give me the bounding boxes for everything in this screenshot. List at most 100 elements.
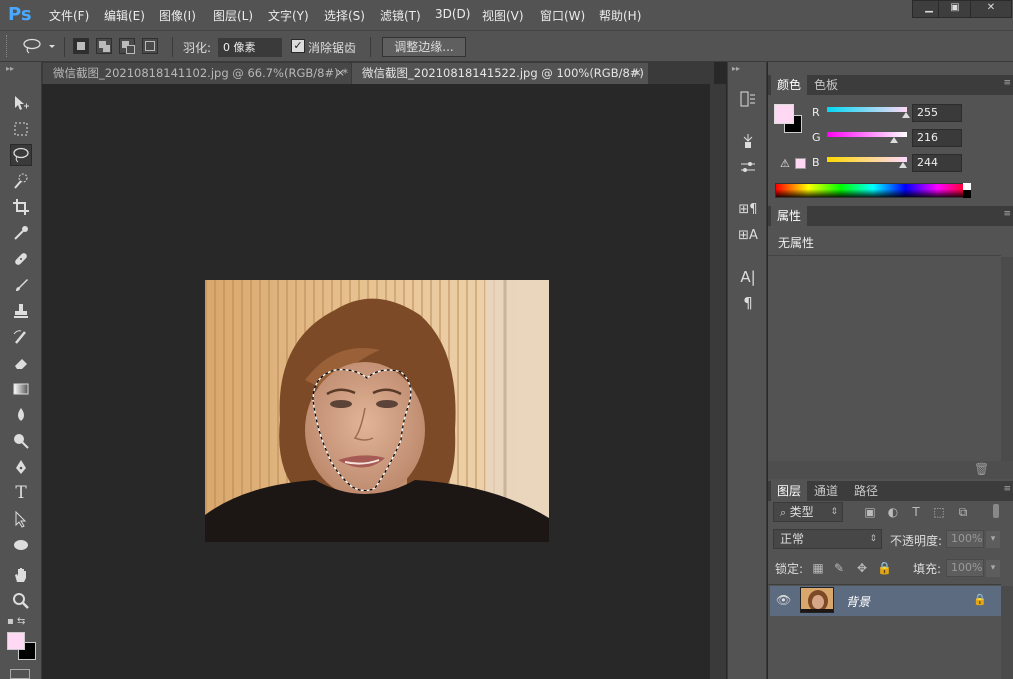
ramp-white-swatch[interactable] (963, 183, 971, 190)
gamut-color-swatch[interactable] (795, 158, 806, 169)
panel-foreground-swatch[interactable] (774, 104, 794, 124)
gamut-warning-icon[interactable]: ⚠ (780, 157, 790, 170)
r-slider[interactable] (827, 107, 907, 112)
fill-input[interactable]: 100% (946, 559, 984, 577)
ellipse-tool-icon[interactable] (10, 534, 32, 556)
move-tool-icon[interactable] (10, 92, 32, 114)
lock-pixels-icon[interactable]: ✎ (832, 561, 846, 575)
ramp-black-swatch[interactable] (963, 190, 971, 198)
tab-swatches[interactable]: 色板 (808, 75, 844, 95)
menu-help[interactable]: 帮助(H) (599, 7, 641, 24)
antialias-checkbox[interactable]: ✓ (291, 39, 305, 53)
brush-presets-icon[interactable] (736, 130, 760, 152)
tab-color[interactable]: 颜色 (771, 75, 808, 95)
subtract-selection-button[interactable] (119, 38, 135, 54)
blend-mode-select[interactable]: 正常 ⇕ (773, 529, 882, 549)
paragraph-panel-icon[interactable]: ¶ (736, 292, 760, 314)
opacity-dropdown-icon[interactable]: ▾ (986, 531, 1000, 548)
menu-layer[interactable]: 图层(L) (213, 7, 253, 24)
layer-filter-select[interactable]: ⌕ 类型 ⇕ (773, 502, 843, 522)
lasso-tool-icon[interactable] (10, 144, 32, 166)
panel-menu-icon[interactable]: ≡ (1003, 484, 1011, 494)
zoom-tool-icon[interactable] (10, 590, 32, 612)
color-ramp[interactable] (775, 183, 971, 198)
close-icon[interactable]: × (633, 63, 642, 83)
layer-row[interactable]: 👁 背景 🔒 (770, 586, 1001, 616)
pen-tool-icon[interactable] (10, 456, 32, 478)
close-icon[interactable]: × (336, 63, 345, 83)
collapse-icon[interactable]: ▸▸ (6, 64, 14, 73)
clone-stamp-tool-icon[interactable] (10, 300, 32, 322)
adjustments-icon[interactable] (736, 156, 760, 178)
maximize-button[interactable]: ▣ (938, 0, 972, 18)
eye-visibility-icon[interactable]: 👁 (776, 593, 791, 607)
brush-tool-icon[interactable] (10, 274, 32, 296)
type-tool-icon[interactable]: T (10, 482, 32, 504)
tab-channels[interactable]: 通道 (808, 481, 844, 501)
tab-properties[interactable]: 属性 (771, 206, 808, 226)
gradient-tool-icon[interactable] (10, 378, 32, 400)
b-value-input[interactable]: 244 (912, 154, 962, 172)
menu-edit[interactable]: 编辑(E) (104, 7, 145, 24)
tab-document-1[interactable]: 微信截图_20210818141102.jpg @ 66.7%(RGB/8#) … (43, 63, 351, 84)
intersect-selection-button[interactable] (142, 38, 158, 54)
menu-image[interactable]: 图像(I) (159, 7, 196, 24)
properties-scrollbar[interactable] (1001, 257, 1013, 461)
opacity-input[interactable]: 100% (946, 530, 984, 548)
close-window-button[interactable]: ✕ (970, 0, 1012, 18)
pixel-filter-icon[interactable]: ▣ (863, 505, 877, 519)
add-selection-button[interactable] (96, 38, 112, 54)
refine-edge-button[interactable]: 调整边缘... (382, 37, 466, 57)
g-slider-thumb[interactable] (890, 137, 898, 143)
menu-file[interactable]: 文件(F) (49, 7, 89, 24)
menu-filter[interactable]: 滤镜(T) (380, 7, 421, 24)
eraser-tool-icon[interactable] (10, 352, 32, 374)
quick-selection-tool-icon[interactable] (10, 170, 32, 192)
marquee-tool-icon[interactable] (10, 118, 32, 140)
default-colors-icon[interactable]: ▪ ⇆ (7, 616, 25, 627)
smart-object-filter-icon[interactable]: ⧉ (956, 505, 970, 519)
adjustment-filter-icon[interactable]: ◐ (886, 505, 900, 519)
type-filter-icon[interactable]: T (909, 505, 923, 519)
shape-filter-icon[interactable]: ⬚ (932, 505, 946, 519)
layers-scrollbar[interactable] (1001, 586, 1013, 679)
history-brush-tool-icon[interactable] (10, 326, 32, 348)
new-selection-button[interactable] (73, 38, 89, 54)
tab-document-2[interactable]: 微信截图_20210818141522.jpg @ 100%(RGB/8#) × (352, 63, 648, 84)
menu-view[interactable]: 视图(V) (482, 7, 524, 24)
dodge-tool-icon[interactable] (10, 430, 32, 452)
panel-menu-icon[interactable]: ≡ (1003, 209, 1011, 219)
trash-icon[interactable]: 🗑 (974, 462, 989, 476)
healing-brush-tool-icon[interactable] (10, 248, 32, 270)
feather-input[interactable]: 0 像素 (218, 38, 282, 57)
menu-3d[interactable]: 3D(D) (435, 7, 470, 21)
lock-transparency-icon[interactable]: ▦ (811, 561, 825, 575)
tab-paths[interactable]: 路径 (848, 481, 884, 501)
vertical-scrollbar[interactable] (710, 84, 726, 679)
lasso-preset-icon[interactable] (22, 38, 56, 57)
menu-window[interactable]: 窗口(W) (540, 7, 585, 24)
menu-select[interactable]: 选择(S) (324, 7, 365, 24)
panel-menu-icon[interactable]: ≡ (1003, 78, 1011, 88)
b-slider[interactable] (827, 157, 907, 162)
lock-position-icon[interactable]: ✥ (855, 561, 869, 575)
quick-mask-icon[interactable] (10, 669, 30, 679)
document-image[interactable] (205, 280, 549, 542)
crop-tool-icon[interactable] (10, 196, 32, 218)
layer-name[interactable]: 背景 (846, 593, 870, 610)
tab-layers[interactable]: 图层 (771, 481, 808, 501)
collapse-icon[interactable]: ▸▸ (732, 64, 740, 73)
path-selection-tool-icon[interactable] (10, 508, 32, 530)
blur-tool-icon[interactable] (10, 404, 32, 426)
lock-all-icon[interactable]: 🔒 (877, 561, 892, 575)
paragraph-styles-icon[interactable]: ⊞¶ (736, 198, 760, 220)
foreground-color-swatch[interactable] (7, 632, 25, 650)
eyedropper-tool-icon[interactable] (10, 222, 32, 244)
character-panel-icon[interactable]: A| (736, 266, 760, 288)
fill-dropdown-icon[interactable]: ▾ (986, 560, 1000, 577)
filter-toggle[interactable] (993, 504, 999, 518)
history-panel-icon[interactable] (736, 88, 760, 110)
menu-type[interactable]: 文字(Y) (268, 7, 309, 24)
character-styles-icon[interactable]: ⊞A (736, 224, 760, 246)
hand-tool-icon[interactable] (10, 564, 32, 586)
